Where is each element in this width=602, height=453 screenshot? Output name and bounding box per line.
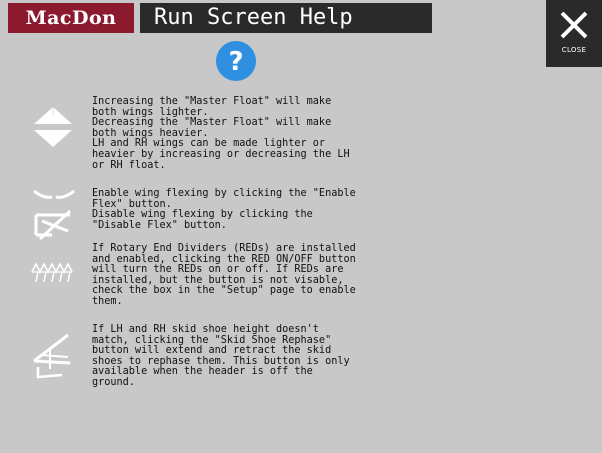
svg-text:?: ? xyxy=(228,47,243,77)
rotary-end-divider-icon xyxy=(30,260,74,290)
wing-flex-icon xyxy=(30,185,78,245)
help-text-rotary-end-dividers: If Rotary End Dividers (REDs) are instal… xyxy=(92,243,356,307)
help-text-master-float: Increasing the "Master Float" will make … xyxy=(92,96,350,171)
help-text-wing-flex: Enable wing flexing by clicking the "Ena… xyxy=(92,188,356,231)
help-text-skid-shoe: If LH and RH skid shoe height doesn't ma… xyxy=(92,324,350,388)
float-up-down-icon xyxy=(30,105,76,153)
close-label: CLOSE xyxy=(561,46,587,54)
close-button[interactable]: CLOSE xyxy=(546,0,602,67)
macdon-logo: MacDon xyxy=(8,3,134,33)
question-mark-icon: ? xyxy=(212,39,260,87)
page-title: Run Screen Help xyxy=(140,3,432,33)
close-icon xyxy=(560,11,588,39)
skid-shoe-icon xyxy=(30,331,76,385)
